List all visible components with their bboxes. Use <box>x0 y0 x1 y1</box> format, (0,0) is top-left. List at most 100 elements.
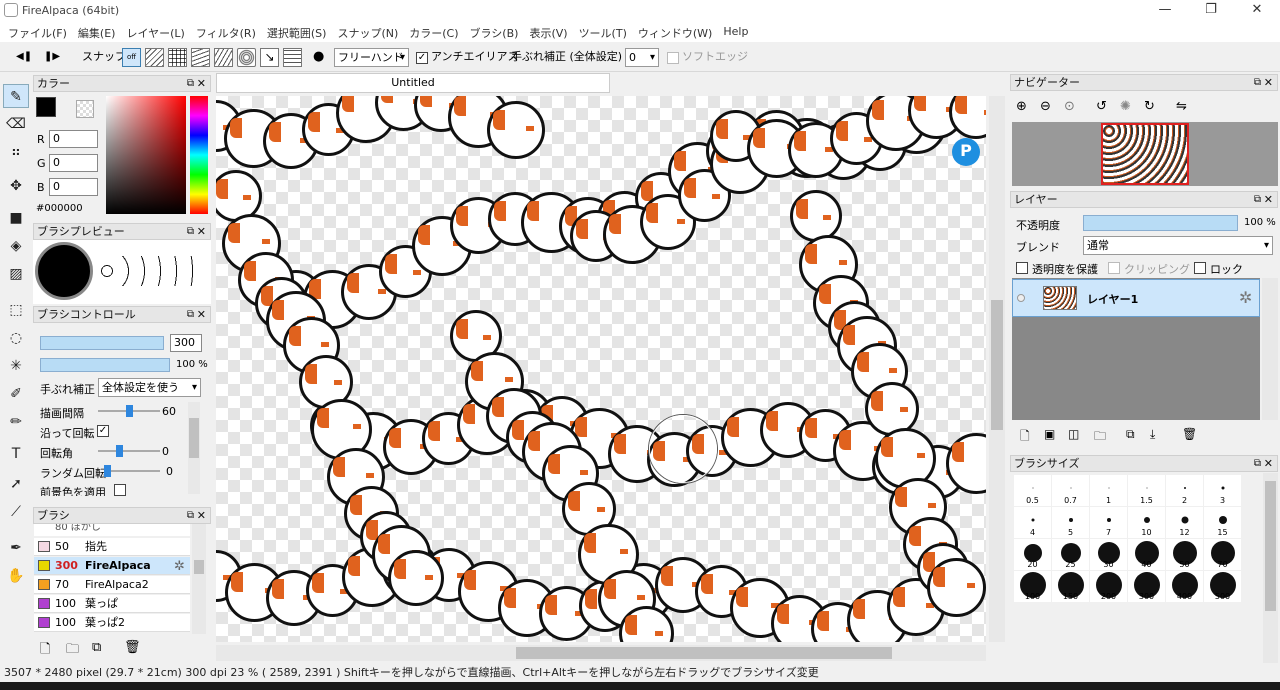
duplicate-layer-icon[interactable]: ⧉ <box>1126 427 1135 442</box>
new-8bit-layer-icon[interactable]: ▣ <box>1044 427 1055 441</box>
new-1bit-layer-icon[interactable]: ◫ <box>1068 427 1079 441</box>
pen-tool-icon[interactable]: ✎ <box>3 84 29 108</box>
close-icon[interactable]: ✕ <box>197 224 206 239</box>
brush-list-scrollbar[interactable] <box>192 524 206 634</box>
operation-tool-icon[interactable]: ➚ <box>3 472 29 496</box>
visibility-eye-icon[interactable] <box>1017 294 1025 302</box>
text-tool-icon[interactable]: T <box>3 442 29 466</box>
background-color-swatch[interactable] <box>76 100 94 118</box>
brush-size-input[interactable]: 300 <box>170 334 202 352</box>
menu-layer[interactable]: レイヤー(L) <box>122 22 191 42</box>
new-layer-icon[interactable]: 🗋 <box>1020 427 1030 448</box>
select-eraser-tool-icon[interactable]: ✏ <box>3 410 29 434</box>
protect-alpha-checkbox[interactable] <box>1016 262 1028 274</box>
merge-down-icon[interactable]: ⤓ <box>1150 427 1155 442</box>
rotate-left-icon[interactable]: ↺ <box>1096 99 1107 114</box>
brush-folder-icon[interactable]: 🗀 <box>66 640 79 662</box>
brush-list-item[interactable]: 70 FireAlpaca2 <box>34 576 190 594</box>
delete-brush-icon[interactable]: 🗑 <box>124 640 141 655</box>
snap-perspective-button[interactable] <box>214 48 233 67</box>
blend-dropdown[interactable]: 通常 <box>1083 236 1273 255</box>
soft-edge-checkbox[interactable] <box>667 52 679 64</box>
brush-list-item-selected[interactable]: 300 FireAlpaca <box>34 557 190 575</box>
gradient-tool-icon[interactable]: ▨ <box>3 262 29 286</box>
close-icon[interactable]: ✕ <box>1264 456 1273 471</box>
brush-size-cell[interactable]: 200 <box>1090 571 1127 602</box>
brush-size-cell[interactable]: 4 <box>1014 507 1051 538</box>
brush-size-cell[interactable]: 150 <box>1052 571 1089 602</box>
menu-filter[interactable]: フィルタ(R) <box>192 22 263 42</box>
menu-window[interactable]: ウィンドウ(W) <box>634 22 719 42</box>
snap-radial-button[interactable] <box>191 48 210 67</box>
layer-opacity-slider[interactable] <box>1083 215 1238 231</box>
navigator-view[interactable] <box>1012 122 1278 186</box>
float-icon[interactable]: ⧉ <box>1254 75 1261 90</box>
delete-layer-icon[interactable]: 🗑 <box>1182 427 1197 441</box>
float-icon[interactable]: ⧉ <box>187 508 194 523</box>
snap-off-button[interactable]: off <box>122 48 141 67</box>
brush-list-item[interactable]: 100 葉っぱ2 <box>34 614 190 632</box>
brush-size-cell[interactable]: 10 <box>1128 507 1165 538</box>
snap-3d-button[interactable] <box>283 48 302 67</box>
brush-size-scrollbar[interactable] <box>1263 473 1278 663</box>
fill-rect-tool-icon[interactable]: ■ <box>3 206 29 230</box>
minimize-button[interactable]: — <box>1142 0 1188 22</box>
hand-tool-icon[interactable]: ✋ <box>3 564 29 588</box>
brush-size-cell[interactable]: 50 <box>1166 539 1203 570</box>
brush-size-slider[interactable] <box>40 336 164 350</box>
restore-button[interactable]: ❐ <box>1188 0 1234 22</box>
snap-grid-button[interactable] <box>168 48 187 67</box>
brush-size-cell[interactable]: 30 <box>1090 539 1127 570</box>
snap-curve-button[interactable]: ↘ <box>260 48 279 67</box>
brush-size-cell[interactable]: 100 <box>1014 571 1051 602</box>
flip-icon[interactable]: ⇋ <box>1176 99 1187 114</box>
brush-list-item[interactable]: 50 指先 <box>34 538 190 556</box>
brush-settings-gear-icon[interactable]: ✲ <box>174 559 185 574</box>
menu-color[interactable]: カラー(C) <box>405 22 465 42</box>
canvas-hscrollbar[interactable] <box>216 645 986 661</box>
rotate-reset-icon[interactable]: ✺ <box>1120 99 1131 114</box>
duplicate-brush-icon[interactable]: ⧉ <box>92 640 101 655</box>
brush-control-scrollbar[interactable] <box>188 402 200 494</box>
float-icon[interactable]: ⧉ <box>187 76 194 91</box>
close-icon[interactable]: ✕ <box>197 76 206 91</box>
lock-checkbox[interactable] <box>1194 262 1206 274</box>
zoom-out-icon[interactable]: ⊖ <box>1040 99 1051 114</box>
float-icon[interactable]: ⧉ <box>187 307 194 322</box>
select-rect-tool-icon[interactable]: ⬚ <box>3 298 29 322</box>
close-icon[interactable]: ✕ <box>197 307 206 322</box>
menu-edit[interactable]: 編集(E) <box>74 22 123 42</box>
rotate-right-icon[interactable]: ↻ <box>1144 99 1155 114</box>
brush-list-item[interactable]: 100 葉っぱ <box>34 595 190 613</box>
brush-size-cell[interactable]: 0.5 <box>1014 475 1051 506</box>
layer-settings-gear-icon[interactable]: ✲ <box>1239 288 1252 307</box>
brush-size-cell[interactable]: 300 <box>1128 571 1165 602</box>
layer-folder-icon[interactable]: 🗀 <box>1094 427 1106 448</box>
magic-wand-tool-icon[interactable]: ✳ <box>3 354 29 378</box>
menu-select[interactable]: 選択範囲(S) <box>263 22 334 42</box>
snap-concentric-button[interactable] <box>237 48 256 67</box>
eraser-tool-icon[interactable]: ⌫ <box>3 112 29 136</box>
layer-row-selected[interactable]: レイヤー1 ✲ <box>1012 279 1260 317</box>
float-icon[interactable]: ⧉ <box>1254 456 1261 471</box>
interval-slider[interactable] <box>98 405 160 417</box>
menu-tool[interactable]: ツール(T) <box>575 22 634 42</box>
brush-size-cell[interactable]: 400 <box>1166 571 1203 602</box>
antialias-checkbox[interactable]: ✓ <box>416 52 428 64</box>
stabilizer-dropdown[interactable]: 0 <box>625 48 659 67</box>
brush-size-cell[interactable]: 0.7 <box>1052 475 1089 506</box>
zoom-in-icon[interactable]: ⊕ <box>1016 99 1027 114</box>
brush-size-cell[interactable]: 2 <box>1166 475 1203 506</box>
next-icon[interactable]: ❚▶ <box>44 47 60 67</box>
move-tool-icon[interactable]: ✥ <box>3 174 29 198</box>
brush-size-cell[interactable]: 20 <box>1014 539 1051 570</box>
layer-scrollbar[interactable] <box>1262 278 1278 420</box>
menu-file[interactable]: ファイル(F) <box>4 22 74 42</box>
brush-size-cell[interactable]: 5 <box>1052 507 1089 538</box>
brush-size-cell[interactable]: 3 <box>1204 475 1241 506</box>
float-icon[interactable]: ⧉ <box>187 224 194 239</box>
brush-size-cell[interactable]: 12 <box>1166 507 1203 538</box>
eyedropper-tool-icon[interactable]: ✒ <box>3 536 29 560</box>
clipping-checkbox[interactable] <box>1108 262 1120 274</box>
follow-rotate-checkbox[interactable]: ✓ <box>97 425 109 437</box>
